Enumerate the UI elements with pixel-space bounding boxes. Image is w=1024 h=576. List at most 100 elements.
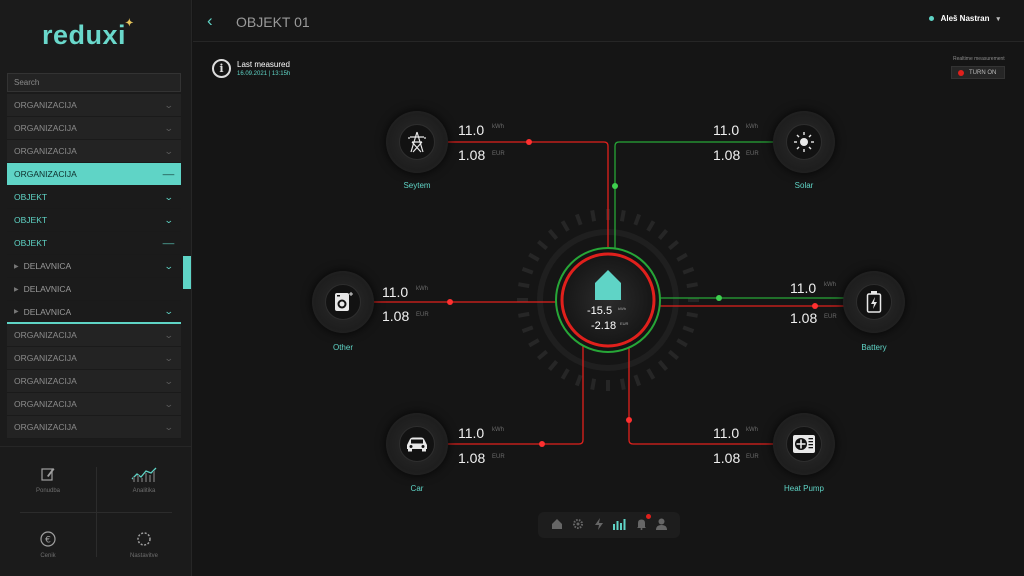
tree-item-label: OBJEKT (14, 238, 48, 248)
flow-dot (526, 139, 532, 145)
ring-tick (657, 229, 669, 241)
nav-ponudba[interactable]: Ponudba (0, 447, 96, 512)
heatpump-cost: 1.08 (713, 450, 741, 466)
solar-energy-unit: kWh (746, 124, 758, 130)
tree-item-delavnica[interactable]: ▶ DELAVNICA ⌄ (7, 255, 181, 278)
bell-icon[interactable] (636, 513, 651, 533)
car-cost-unit: EUR (492, 454, 505, 460)
nav-label: Nastavitve (129, 552, 158, 559)
tree-item-organizacija[interactable]: ORGANIZACIJA ⌄ (7, 347, 181, 370)
tree-item-organizacija[interactable]: ORGANIZACIJA ⌄ (7, 393, 181, 416)
ring-tick (686, 282, 698, 289)
solar-cost-unit: EUR (746, 151, 759, 157)
reduxi-logo[interactable]: reduxi ✦ (42, 18, 134, 51)
tree-item-label-wrap: ORGANIZACIJA (14, 169, 77, 179)
heatpump-energy-unit: kWh (746, 427, 758, 433)
chevron-down-icon[interactable]: ⌄ (164, 330, 174, 341)
tree-item-objekt[interactable]: OBJEKT ⌄ (7, 209, 181, 232)
tree-item-label: ORGANIZACIJA (14, 422, 77, 432)
sidebar-scrollbar[interactable] (183, 256, 191, 289)
ring-tick (590, 378, 597, 390)
collapse-icon[interactable]: — (163, 238, 175, 248)
ring-tick (537, 239, 549, 251)
user-name: Aleš Nastran (940, 14, 990, 23)
user-menu[interactable]: Aleš Nastran ▾ (928, 14, 1000, 23)
caret-right-icon: ▶ (14, 309, 19, 315)
tree-item-delavnica[interactable]: ▶ DELAVNICA (7, 278, 181, 301)
chevron-down-icon[interactable]: ⌄ (164, 399, 174, 410)
chevron-down-icon[interactable]: ⌄ (164, 215, 174, 226)
node-car[interactable] (386, 413, 448, 475)
other-energy-unit: kWh (416, 286, 428, 292)
ring-tick (646, 220, 656, 232)
ring-tick (560, 220, 570, 232)
flow-dot (612, 183, 618, 189)
node-battery[interactable] (843, 271, 905, 333)
back-arrow-icon[interactable]: ‹ (207, 11, 213, 31)
ring-tick (574, 213, 583, 226)
node-other-label: Other (332, 343, 353, 352)
node-car-label: Car (410, 484, 424, 493)
tree-item-organizacija[interactable]: ORGANIZACIJA ⌄ (7, 140, 181, 163)
energy-flow-diagram (371, 139, 852, 447)
top-header: ‹ OBJEKT 01 Aleš Nastran ▾ (193, 0, 1024, 42)
tree-item-objekt[interactable]: OBJEKT ⌄ (7, 186, 181, 209)
tree-item-organizacija[interactable]: ORGANIZACIJA ⌄ (7, 370, 181, 393)
flow-dot (539, 441, 545, 447)
chevron-down-icon[interactable]: ⌄ (164, 192, 174, 203)
tree-item-organizacija[interactable]: ORGANIZACIJA ⌄ (7, 324, 181, 347)
chevron-down-icon[interactable]: ⌄ (164, 353, 174, 364)
node-solar[interactable] (773, 111, 835, 173)
notification-badge (645, 513, 651, 519)
nav-nastavitve[interactable]: Nastavitve (96, 512, 192, 576)
collapse-icon[interactable]: — (163, 169, 175, 179)
chevron-down-icon[interactable]: ⌄ (164, 422, 174, 433)
search-input[interactable] (7, 73, 181, 92)
tree-item-delavnica[interactable]: ▶ DELAVNICA ⌄ (7, 301, 181, 324)
nav-label: Analitika (132, 487, 156, 494)
ring-tick (686, 311, 698, 318)
tree-item-organizacija[interactable]: ORGANIZACIJA ⌄ (7, 416, 181, 439)
node-system[interactable] (386, 111, 448, 173)
nav-label: Cenik (40, 552, 56, 559)
bar-chart-icon[interactable] (613, 518, 626, 533)
sidebar: reduxi✦ ORGANIZACIJA ⌄ ORGANIZACIJA ⌄ ORGANI… (0, 0, 192, 576)
user-icon[interactable] (656, 518, 668, 533)
node-other[interactable] (312, 271, 374, 333)
tree-item-objekt[interactable]: OBJEKT — (7, 232, 181, 255)
tree-item-organizacija[interactable]: ORGANIZACIJA ⌄ (7, 94, 181, 117)
car-energy: 11.0 (458, 425, 485, 441)
gear-icon[interactable] (572, 518, 584, 533)
ring-tick (547, 359, 559, 371)
chevron-down-icon[interactable]: ⌄ (164, 123, 174, 134)
car-energy-unit: kWh (492, 427, 504, 433)
nav-cenik[interactable]: € Cenik (0, 512, 96, 576)
chevron-down-icon: ▾ (996, 15, 1000, 23)
heatpump-cost-unit: EUR (746, 454, 759, 460)
ring-tick (682, 266, 695, 275)
chevron-down-icon[interactable]: ⌄ (164, 261, 174, 272)
tree-item-label-wrap: ORGANIZACIJA (14, 376, 77, 386)
center-cost-value: -2.18 (591, 320, 617, 332)
tree-item-label: ORGANIZACIJA (14, 376, 77, 386)
battery-cost: 1.08 (790, 310, 818, 326)
chevron-down-icon[interactable]: ⌄ (164, 306, 174, 317)
tree-item-label: ORGANIZACIJA (14, 146, 77, 156)
tree-item-organizacija[interactable]: ORGANIZACIJA — (7, 163, 181, 186)
node-heatpump[interactable] (773, 413, 835, 475)
center-cost-unit: EUR (620, 321, 629, 326)
center-energy-value: -15.5 (587, 305, 613, 317)
chevron-down-icon[interactable]: ⌄ (164, 376, 174, 387)
chevron-down-icon[interactable]: ⌄ (164, 100, 174, 111)
home-icon[interactable] (551, 518, 563, 533)
node-system-label: Seytem (403, 181, 431, 190)
washing-machine-icon (335, 292, 353, 311)
battery-energy-unit: kWh (824, 282, 836, 288)
tree-item-organizacija[interactable]: ORGANIZACIJA ⌄ (7, 117, 181, 140)
lightning-icon[interactable] (594, 517, 604, 533)
tree-item-label-wrap: ▶ DELAVNICA (14, 307, 71, 317)
heatpump-energy: 11.0 (713, 425, 740, 441)
organization-tree: ORGANIZACIJA ⌄ ORGANIZACIJA ⌄ ORGANIZACIJA ⌄ O… (7, 94, 181, 439)
nav-analitika[interactable]: Analitika (96, 447, 192, 512)
chevron-down-icon[interactable]: ⌄ (164, 146, 174, 157)
